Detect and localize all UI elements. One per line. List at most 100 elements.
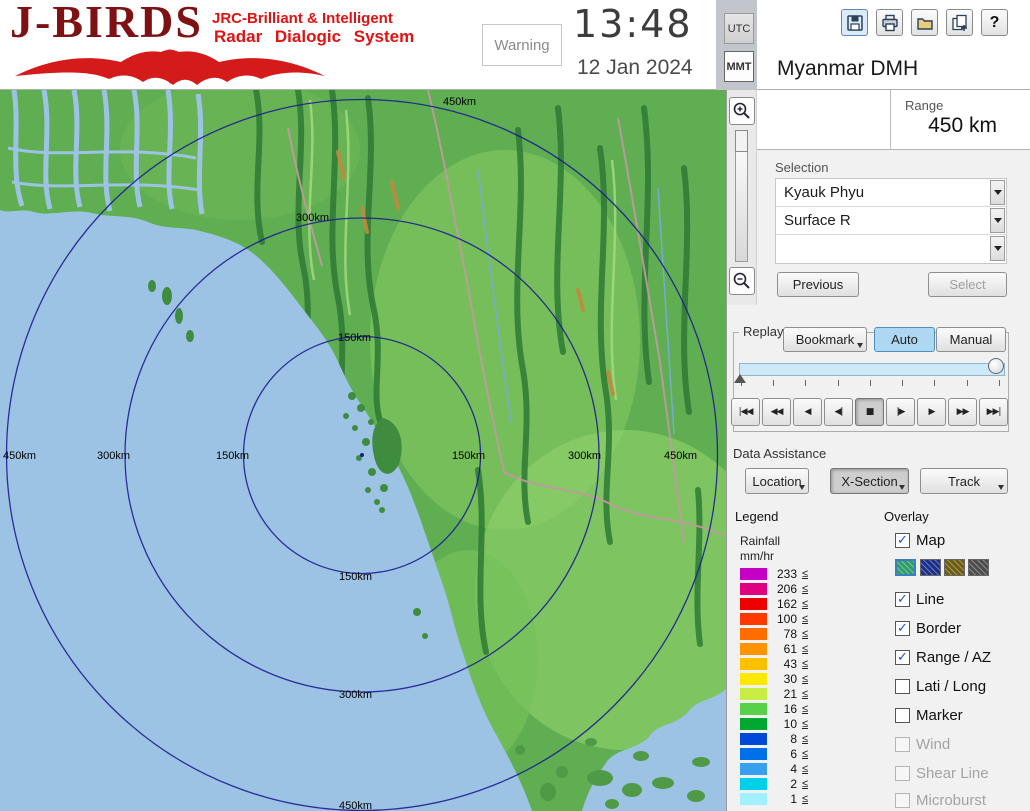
zoom-in-icon xyxy=(732,101,752,121)
legend-entry: 6≤ xyxy=(740,746,808,761)
print-icon xyxy=(881,14,899,32)
selection-label: Selection xyxy=(775,160,828,175)
zoom-slider-handle[interactable] xyxy=(735,130,748,152)
warning-indicator[interactable]: Warning xyxy=(482,24,562,66)
skip-to-start-button[interactable]: |◀◀ xyxy=(731,398,760,426)
selection-dropdowns: Kyauk Phyu Surface R xyxy=(775,178,1007,264)
legend-label: Legend xyxy=(735,509,778,524)
check-icon: ✓ xyxy=(897,593,908,606)
help-icon: ? xyxy=(990,14,1000,32)
svg-text:450km: 450km xyxy=(3,450,36,462)
check-icon: ✓ xyxy=(897,534,908,547)
legend-entry: 8≤ xyxy=(740,731,808,746)
lati-long-checkbox[interactable] xyxy=(895,679,910,694)
zoom-in-button[interactable] xyxy=(729,97,755,125)
dropdown-arrow-button[interactable] xyxy=(990,180,1005,205)
site-value: Kyauk Phyu xyxy=(784,184,864,201)
range-az-checkbox[interactable]: ✓ xyxy=(895,650,910,665)
legend-entry: 162≤ xyxy=(740,596,808,611)
product-dropdown[interactable]: Surface R xyxy=(776,207,1006,235)
play-button[interactable]: ▶ xyxy=(917,398,946,426)
legend-entry: 206≤ xyxy=(740,581,808,596)
previous-button[interactable]: Previous xyxy=(777,272,859,297)
zoom-out-icon xyxy=(732,271,752,291)
step-forward-button[interactable]: |▶ xyxy=(886,398,915,426)
auto-mode-button[interactable]: Auto xyxy=(874,327,935,352)
radar-map-area[interactable]: 450km 300km 150km 450km 300km 150km 150k… xyxy=(0,90,727,811)
playback-controls: |◀◀ ◀◀ ◀ ◀| ■ |▶ ▶ ▶▶ ▶▶| xyxy=(731,398,1008,426)
dropdown-arrow-button[interactable] xyxy=(990,236,1005,261)
timeline-tick xyxy=(967,380,968,386)
svg-text:450km: 450km xyxy=(443,96,476,108)
save-button[interactable] xyxy=(841,9,868,36)
rewind-button[interactable]: ◀◀ xyxy=(762,398,791,426)
shear-line-checkbox xyxy=(895,766,910,781)
chevron-down-icon xyxy=(994,190,1002,195)
overlay-item-marker[interactable]: Marker xyxy=(895,706,963,724)
overlay-item-lati-long[interactable]: Lati / Long xyxy=(895,677,986,695)
stop-button[interactable]: ■ xyxy=(855,398,884,426)
timezone-strip: UTC MMT xyxy=(716,0,757,90)
wind-checkbox xyxy=(895,737,910,752)
radar-center-dot xyxy=(360,453,364,457)
overlay-item-microburst: Microburst xyxy=(895,791,986,809)
range-label: Range xyxy=(905,98,943,113)
range-value: 450 km xyxy=(928,114,997,138)
timeline-start-marker[interactable] xyxy=(734,374,746,383)
svg-text:300km: 300km xyxy=(339,689,372,701)
overlay-item-shear-line: Shear Line xyxy=(895,764,989,782)
map-style-swatch-4[interactable] xyxy=(968,559,989,576)
overlay-item-map[interactable]: ✓ Map xyxy=(895,531,945,549)
line-checkbox[interactable]: ✓ xyxy=(895,592,910,607)
svg-text:450km: 450km xyxy=(339,800,372,811)
legend-entry: 61≤ xyxy=(740,641,808,656)
print-button[interactable] xyxy=(876,9,903,36)
xsection-button[interactable]: X-Section xyxy=(830,468,909,494)
extra-dropdown[interactable] xyxy=(776,235,1006,263)
legend-scale: 233≤ 206≤ 162≤ 100≤ 78≤ 61≤ 43≤ 30≤ 21≤ … xyxy=(740,566,808,806)
mmt-button[interactable]: MMT xyxy=(724,51,754,82)
folder-icon xyxy=(916,14,934,32)
manual-mode-button[interactable]: Manual xyxy=(936,327,1006,352)
map-style-swatch-1[interactable] xyxy=(895,559,916,576)
dropdown-arrow-button[interactable] xyxy=(990,208,1005,233)
location-button[interactable]: Location xyxy=(745,468,809,494)
legend-entry: 2≤ xyxy=(740,776,808,791)
microburst-checkbox xyxy=(895,793,910,808)
map-checkbox[interactable]: ✓ xyxy=(895,533,910,548)
timeline-tick xyxy=(999,380,1000,386)
map-style-swatch-3[interactable] xyxy=(944,559,965,576)
clock-time: 13:48 xyxy=(573,2,693,46)
open-folder-button[interactable] xyxy=(911,9,938,36)
svg-text:150km: 150km xyxy=(216,450,249,462)
import-button[interactable] xyxy=(946,9,973,36)
legend-entry: 233≤ xyxy=(740,566,808,581)
map-style-swatch-2[interactable] xyxy=(920,559,941,576)
marker-checkbox[interactable] xyxy=(895,708,910,723)
step-back-button[interactable]: ◀| xyxy=(824,398,853,426)
check-icon: ✓ xyxy=(897,651,908,664)
zoom-out-button[interactable] xyxy=(729,267,755,295)
skip-to-end-button[interactable]: ▶▶| xyxy=(979,398,1008,426)
timeline-tick xyxy=(870,380,871,386)
overlay-item-border[interactable]: ✓ Border xyxy=(895,619,961,637)
select-button[interactable]: Select xyxy=(928,272,1007,297)
svg-text:150km: 150km xyxy=(452,450,485,462)
help-button[interactable]: ? xyxy=(981,9,1008,36)
timeline-tick xyxy=(773,380,774,386)
utc-button[interactable]: UTC xyxy=(724,13,754,44)
border-checkbox[interactable]: ✓ xyxy=(895,621,910,636)
overlay-item-line[interactable]: ✓ Line xyxy=(895,590,944,608)
fast-forward-button[interactable]: ▶▶ xyxy=(948,398,977,426)
replay-timeline-handle[interactable] xyxy=(988,358,1004,374)
data-assistance-label: Data Assistance xyxy=(733,446,826,461)
site-dropdown[interactable]: Kyauk Phyu xyxy=(776,179,1006,207)
bookmark-button[interactable]: Bookmark xyxy=(783,327,867,352)
track-button[interactable]: Track xyxy=(920,468,1008,494)
play-reverse-button[interactable]: ◀ xyxy=(793,398,822,426)
radar-map-canvas[interactable]: 450km 300km 150km 450km 300km 150km 150k… xyxy=(0,90,727,811)
overlay-item-range-az[interactable]: ✓ Range / AZ xyxy=(895,648,991,666)
replay-timeline-track[interactable] xyxy=(739,363,1005,376)
brand: J-BIRDS xyxy=(10,0,203,47)
timeline-tick xyxy=(902,380,903,386)
